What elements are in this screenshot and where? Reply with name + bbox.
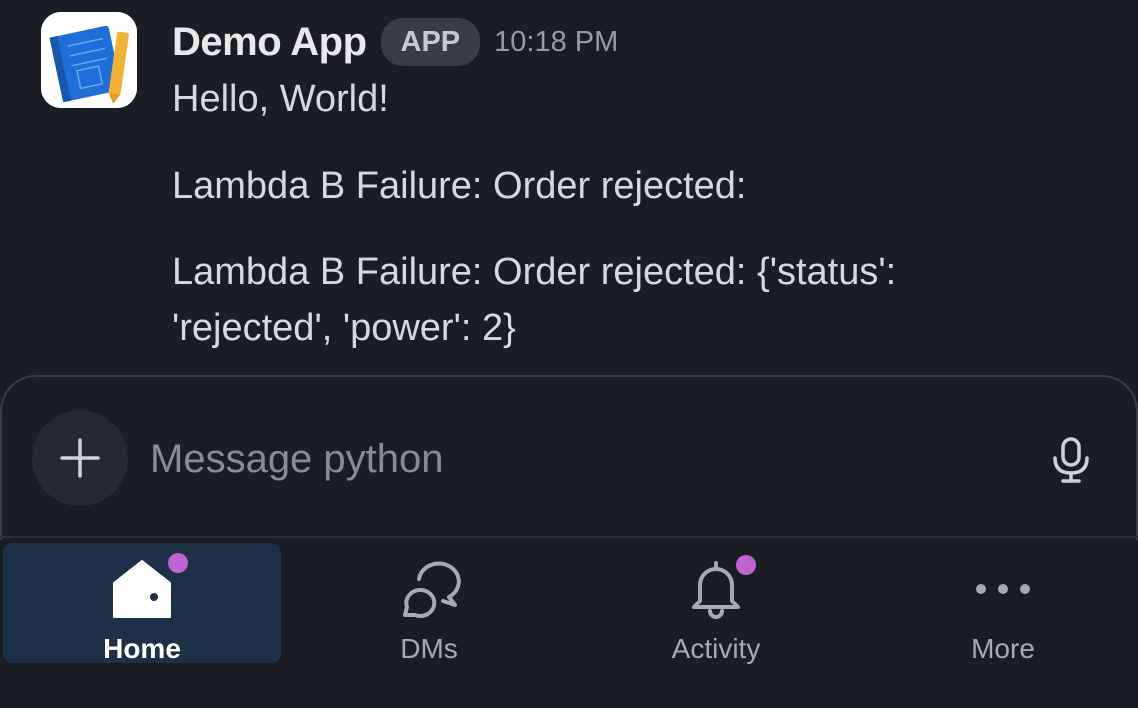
nav-item-dms[interactable]: DMs [290,543,568,664]
more-icon-wrap [971,557,1035,621]
message-header: Demo App APP 10:18 PM [172,16,618,68]
dms-icon-wrap [397,557,461,621]
message-timestamp[interactable]: 10:18 PM [494,26,618,59]
nav-label: Activity [671,633,761,664]
nav-item-activity[interactable]: Activity [577,543,855,664]
message-text: Hello, World! [172,78,389,120]
home-icon-wrap [110,553,188,621]
add-attachment-button[interactable] [32,410,128,506]
notebook-pencil-icon [41,12,137,108]
plus-icon [60,438,100,478]
nav-label: Home [103,633,181,664]
message-composer [0,375,1138,540]
message-text: Lambda B Failure: Order rejected: [172,165,747,207]
nav-item-home[interactable]: Home [3,543,281,664]
microphone-icon [1053,437,1089,483]
slack-mobile-channel: Demo App APP 10:18 PM Hello, World! Lamb… [0,0,1138,708]
app-avatar[interactable] [41,12,137,108]
nav-label: DMs [400,633,458,664]
app-badge: APP [380,18,481,66]
sender-name[interactable]: Demo App [172,20,367,65]
nav-label: More [971,633,1035,664]
chat-bubbles-icon [403,561,461,618]
bottom-nav: Home DMs Activity More [0,538,1138,708]
message-text: 'rejected', 'power': 2} [172,307,516,349]
message-text: Lambda B Failure: Order rejected: {'stat… [172,251,897,293]
nav-item-more[interactable]: More [864,543,1138,664]
unread-dot [168,553,188,573]
home-icon [113,560,171,618]
voice-input-button[interactable] [1044,433,1098,487]
more-dots-icon [976,584,1030,594]
message-input[interactable] [150,429,990,489]
activity-icon-wrap [684,555,756,621]
unread-dot [736,555,756,575]
message-group: Demo App APP 10:18 PM Hello, World! Lamb… [0,0,1138,380]
